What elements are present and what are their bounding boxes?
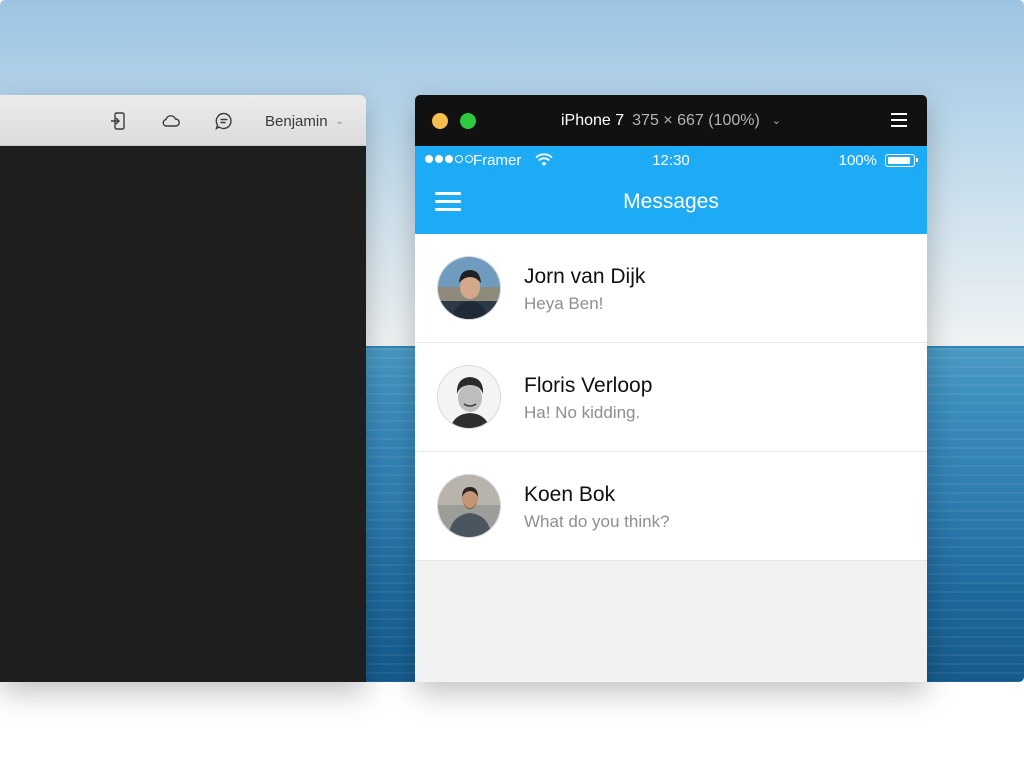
contact-name: Jorn van Dijk	[524, 265, 646, 288]
battery-icon	[885, 154, 918, 167]
chevron-down-icon: ⌄	[335, 115, 344, 127]
message-item[interactable]: Jorn van Dijk Heya Ben!	[415, 234, 927, 343]
device-export-icon[interactable]	[108, 110, 130, 132]
device-selector[interactable]: iPhone 7 375 × 667 (100%) ⌄	[415, 95, 927, 146]
chevron-down-icon: ⌄	[771, 115, 782, 127]
message-preview: What do you think?	[524, 512, 670, 531]
avatar	[437, 365, 501, 429]
ios-status-bar: Framer 12:30 100%	[415, 146, 927, 176]
app-nav-bar: Messages	[415, 176, 927, 234]
contact-name: Floris Verloop	[524, 374, 653, 397]
contact-name: Koen Bok	[524, 483, 616, 506]
message-item[interactable]: Floris Verloop Ha! No kidding.	[415, 343, 927, 452]
device-preview-window: iPhone 7 375 × 667 (100%) ⌄ Framer 12:30…	[415, 95, 927, 682]
hamburger-menu-icon[interactable]	[891, 113, 909, 127]
battery-percentage: 100%	[838, 152, 877, 169]
message-list: Jorn van Dijk Heya Ben! Floris Verloop H…	[415, 234, 927, 561]
device-titlebar: iPhone 7 375 × 667 (100%) ⌄	[415, 95, 927, 146]
message-item[interactable]: Koen Bok What do you think?	[415, 452, 927, 561]
chat-bubble-icon[interactable]	[213, 110, 235, 132]
editor-toolbar: Benjamin ⌄	[0, 95, 366, 146]
page-title: Messages	[623, 190, 719, 213]
user-menu[interactable]: Benjamin ⌄	[265, 111, 344, 131]
message-preview: Heya Ben!	[524, 294, 604, 313]
avatar	[437, 256, 501, 320]
editor-window: Benjamin ⌄	[0, 95, 366, 682]
user-name: Benjamin	[265, 112, 328, 130]
avatar	[437, 474, 501, 538]
message-preview: Ha! No kidding.	[524, 403, 641, 422]
device-dimensions: 375 × 667 (100%)	[632, 111, 760, 129]
device-model: iPhone 7	[560, 111, 625, 129]
cloud-icon[interactable]	[160, 110, 182, 132]
